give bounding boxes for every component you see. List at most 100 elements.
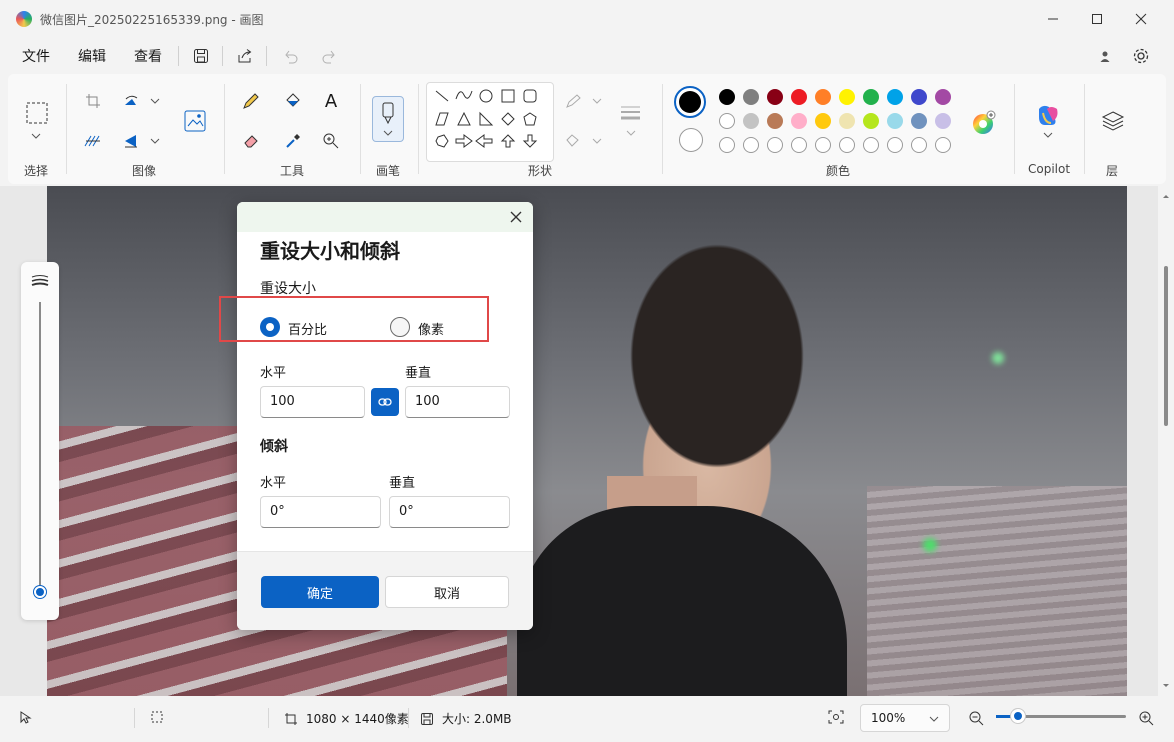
image-frame-icon xyxy=(184,110,206,132)
image-size: 1080 × 1440像素 xyxy=(284,710,409,727)
resize-horizontal-input[interactable]: 100 xyxy=(260,386,365,418)
eraser-tool[interactable] xyxy=(238,128,264,154)
color-swatch[interactable] xyxy=(791,113,807,129)
color-swatch[interactable] xyxy=(743,113,759,129)
text-tool[interactable]: A xyxy=(318,88,344,114)
color-swatch[interactable] xyxy=(815,113,831,129)
flip-button[interactable] xyxy=(120,128,164,154)
custom-color-slot[interactable] xyxy=(839,137,855,153)
zoom-in-icon xyxy=(323,133,339,149)
shape-fill-icon xyxy=(566,134,602,147)
line-thickness-icon xyxy=(31,275,49,286)
menu-view[interactable]: 查看 xyxy=(134,46,162,66)
custom-color-slot[interactable] xyxy=(719,137,735,153)
color-swatch[interactable] xyxy=(935,113,951,129)
custom-color-slot[interactable] xyxy=(935,137,951,153)
color-swatch[interactable] xyxy=(815,89,831,105)
scrollbar-thumb[interactable] xyxy=(1164,266,1168,426)
maximize-button[interactable] xyxy=(1074,0,1120,38)
dialog-header-strip xyxy=(237,202,533,232)
color-swatch[interactable] xyxy=(719,113,735,129)
ok-button[interactable]: 确定 xyxy=(261,576,379,608)
brush-size-slider[interactable] xyxy=(21,262,59,620)
skew-horizontal-label: 水平 xyxy=(260,476,287,491)
maintain-aspect-ratio-button[interactable] xyxy=(371,388,399,416)
color-swatch[interactable] xyxy=(791,89,807,105)
magnifier-tool[interactable] xyxy=(318,128,344,154)
shape-fill-button[interactable] xyxy=(564,128,604,154)
minimize-button[interactable] xyxy=(1030,0,1076,38)
share-button[interactable] xyxy=(234,45,256,67)
cancel-button[interactable]: 取消 xyxy=(385,576,509,608)
secondary-color-button[interactable] xyxy=(679,128,703,152)
custom-color-slot[interactable] xyxy=(863,137,879,153)
scroll-up-icon xyxy=(1163,195,1169,198)
menu-file[interactable]: 文件 xyxy=(22,46,50,66)
chevron-down-icon xyxy=(31,133,41,139)
dialog-close-button[interactable] xyxy=(505,206,527,228)
shape-outline-button[interactable] xyxy=(564,88,604,114)
image-layout-button[interactable] xyxy=(180,106,210,136)
fill-tool[interactable] xyxy=(280,88,306,114)
pencil-tool[interactable] xyxy=(238,88,264,114)
color-swatch[interactable] xyxy=(863,113,879,129)
color-swatch[interactable] xyxy=(911,113,927,129)
color-swatch[interactable] xyxy=(935,89,951,105)
color-swatch[interactable] xyxy=(863,89,879,105)
color-swatch[interactable] xyxy=(839,113,855,129)
account-button[interactable] xyxy=(1094,45,1116,67)
paint-bucket-icon xyxy=(286,93,300,107)
slider-knob[interactable] xyxy=(34,586,46,598)
close-window-button[interactable] xyxy=(1118,0,1164,38)
vertical-scrollbar[interactable] xyxy=(1158,186,1174,696)
brushes-button[interactable] xyxy=(372,96,404,142)
skew-vertical-input[interactable]: 0° xyxy=(389,496,510,528)
color-swatch[interactable] xyxy=(743,89,759,105)
color-swatch[interactable] xyxy=(911,89,927,105)
line-width-button[interactable] xyxy=(616,98,646,144)
primary-color-button[interactable] xyxy=(674,86,706,118)
custom-color-slot[interactable] xyxy=(767,137,783,153)
copilot-button[interactable] xyxy=(1032,100,1064,142)
zoom-out-button[interactable] xyxy=(968,710,984,726)
resize-button[interactable] xyxy=(80,128,106,154)
color-swatch[interactable] xyxy=(719,89,735,105)
custom-color-slot[interactable] xyxy=(815,137,831,153)
skew-horizontal-input[interactable]: 0° xyxy=(260,496,381,528)
save-button[interactable] xyxy=(190,45,212,67)
menu-edit[interactable]: 编辑 xyxy=(78,46,106,66)
resize-vertical-input[interactable]: 100 xyxy=(405,386,510,418)
color-swatch[interactable] xyxy=(767,113,783,129)
zoom-in-button[interactable] xyxy=(1138,710,1154,726)
crop-button[interactable] xyxy=(80,88,106,114)
selection-dropdown[interactable] xyxy=(24,128,48,144)
layers-button[interactable] xyxy=(1098,106,1128,136)
color-picker-tool[interactable] xyxy=(280,128,306,154)
redo-button[interactable] xyxy=(318,45,340,67)
selection-tool[interactable] xyxy=(22,98,52,128)
color-swatch[interactable] xyxy=(887,89,903,105)
color-swatch[interactable] xyxy=(887,113,903,129)
title-bar: 微信图片_20250225165339.png - 画图 xyxy=(0,0,1174,38)
edit-colors-button[interactable] xyxy=(968,108,998,138)
color-swatch[interactable] xyxy=(839,89,855,105)
canvas-area[interactable] xyxy=(0,186,1158,696)
color-swatch[interactable] xyxy=(767,89,783,105)
canvas-image[interactable] xyxy=(47,186,1127,696)
shapes-gallery[interactable] xyxy=(426,82,554,162)
zoom-level-select[interactable]: 100% xyxy=(860,704,950,732)
settings-button[interactable] xyxy=(1130,45,1152,67)
custom-color-slot[interactable] xyxy=(911,137,927,153)
custom-color-slot[interactable] xyxy=(887,137,903,153)
zoom-level-value: 100% xyxy=(871,711,906,725)
zoom-slider-knob[interactable] xyxy=(1011,709,1025,723)
rotate-button[interactable] xyxy=(120,88,164,114)
custom-color-slot[interactable] xyxy=(743,137,759,153)
fit-to-window-button[interactable] xyxy=(828,710,844,724)
custom-color-slot[interactable] xyxy=(791,137,807,153)
zoom-in-icon xyxy=(1139,711,1154,726)
group-label-copilot: Copilot xyxy=(1028,162,1071,176)
undo-button[interactable] xyxy=(280,45,302,67)
line-width-icon xyxy=(621,106,640,136)
ribbon-divider xyxy=(662,84,663,174)
